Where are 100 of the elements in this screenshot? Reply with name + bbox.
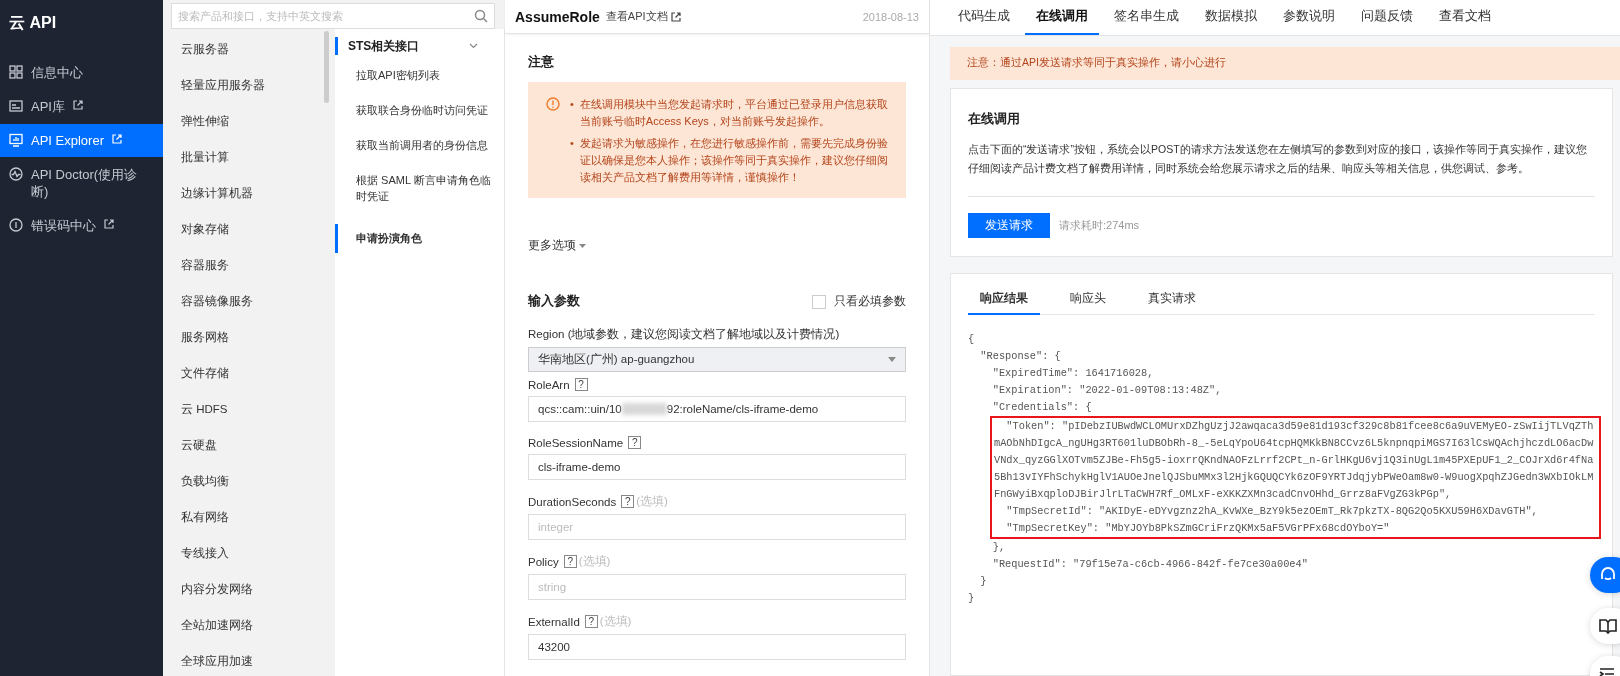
input-field[interactable]: qcs::cam::uin/10 92:roleName/cls-iframe-demo [528, 396, 906, 422]
help-icon[interactable]: ? [628, 436, 642, 449]
api-title: AssumeRole [515, 8, 600, 25]
caret-icon [888, 357, 896, 362]
input-field[interactable]: 43200 [528, 634, 906, 660]
caret-icon [579, 243, 586, 248]
more-options-link[interactable]: 更多选项 [528, 238, 906, 253]
product-item[interactable]: 全站加速网络 [163, 607, 335, 643]
description-text: 点击下面的“发送请求”按钮，系统会以POST的请求方法发送您在左侧填写的参数到对应的接口，该操作等同于真实操作，建议您仔细阅读产品计费文档了解费用详情，同时系统会给您展示请求之后的结果、响应头等相关信息，供您调试、参考。 [968, 142, 1588, 176]
api-group-header[interactable]: STS相关接口 [335, 37, 504, 55]
card-title: 在线调用 [968, 111, 1021, 128]
code-line: }, [991, 540, 1007, 555]
tab[interactable]: 签名串生成 [1103, 0, 1190, 35]
pulse-icon [9, 167, 23, 181]
code-line: } [968, 591, 976, 606]
group-title: STS相关接口 [348, 37, 420, 55]
tab[interactable]: 在线调用 [1025, 0, 1099, 35]
required-only-checkbox[interactable]: 只看必填参数 [812, 294, 906, 309]
product-item[interactable]: 云硬盘 [163, 427, 335, 463]
nav-item[interactable]: API库 [0, 90, 163, 123]
warning-icon [546, 97, 560, 111]
notice-text: 在线调用模块中当您发起请求时，平台通过已登录用户信息获取当前账号临时Access Keys，对当前账号发起操作。 [579, 97, 888, 129]
product-item[interactable]: 私有网络 [163, 499, 335, 535]
send-request-button[interactable]: 发送请求 [968, 213, 1050, 238]
result-tab[interactable]: 真实请求 [1136, 290, 1208, 315]
tab[interactable]: 参数说明 [1272, 0, 1346, 35]
code-line: "TmpSecretId": "AKIDyE-eDYvgznz2hA_KvWXe_BzY9k5ezOEmT_Rk7pkzTX-8QG2Qo5KXU59H6XDavGTH", [1005, 504, 1539, 519]
app-logo: 云 API [8, 13, 58, 33]
help-icon[interactable]: ? [563, 555, 577, 568]
monitor-icon [9, 133, 23, 147]
optional-tag: (选填) [636, 494, 668, 509]
elapsed-time: 请求耗时:274ms [1059, 218, 1140, 233]
result-tab[interactable]: 响应结果 [968, 290, 1040, 315]
warning-banner: 注意：通过API发送请求等同于真实操作，请小心进行 [950, 47, 1620, 80]
code-line: "Expiration": "2022-01-09T08:13:48Z", [991, 383, 1223, 398]
tab[interactable]: 查看文档 [1428, 0, 1502, 35]
product-item[interactable]: 负载均衡 [163, 463, 335, 499]
code-line: "Token": "pIDebzIUBwdWCLOMUrxDZhgUzjJ2awqaca3d59e81d193cf329c8b81fcee8c6a9uVEMyEO-zSwIijTLVqZThmAObNhDIgcA_ngUHg3RT601luDBObRh-8_-5eLqYpoU64tcpHQMKkBN8CCvz6L5knpnqpiMGS7I63lCsWQAchjhczdLO6acDwVNdx_qyzGGlXOTvm5ZJBe-Fh5g5-ioxrrQKndNAOFzLrrf2CPt_n-GrlHKgU6vj1Q3inUgL1m45PXEpUF1_2_COJrXd6r4fNa5Bh13vIYFhSchykHglV1AUOeJnelQJSbuMMx3l2HjkGQUQCYk6zOF9YRTJdqjybPWeOam8w0-W9uogXpqhZJGedn3WXbIOkLMFnGWyiBxqploDJBirJlrLTaCWH7Rf_OMLxF-eXKKZXMn3cadCnvOHhd_Grrz8aFVgZG3kPGp", [994, 419, 1595, 502]
field-label: RoleSessionName [528, 436, 624, 449]
product-item[interactable]: 内容分发网络 [163, 571, 335, 607]
api-item[interactable]: 获取联合身份临时访问凭证 [335, 96, 504, 125]
nav-item[interactable]: 信息中心 [0, 56, 163, 89]
scrollbar-thumb[interactable] [324, 31, 329, 103]
product-item[interactable]: 批量计算 [163, 139, 335, 175]
input-field[interactable]: cls-iframe-demo [528, 454, 906, 480]
product-item[interactable]: 全球应用加速 [163, 643, 335, 676]
product-item[interactable]: 专线接入 [163, 535, 335, 571]
book-icon [1599, 618, 1617, 634]
input-field[interactable]: integer [528, 514, 906, 540]
product-item[interactable]: 容器镜像服务 [163, 283, 335, 319]
field-label: RoleArn [528, 378, 570, 391]
bullet: • [570, 136, 574, 151]
doc-link[interactable]: 查看API文档 [605, 9, 681, 24]
code-line: "RequestId": "79f15e7a-c6cb-4966-842f-fe7ce30a00e4" [991, 557, 1309, 572]
api-item[interactable]: 申请扮演角色 [335, 224, 504, 253]
nav-item[interactable]: API Explorer [0, 124, 163, 157]
chevron-icon [469, 43, 478, 49]
section-title: 输入参数 [528, 293, 580, 310]
help-icon[interactable]: ? [574, 378, 588, 391]
product-item[interactable]: 轻量应用服务器 [163, 67, 335, 103]
external-link-icon [670, 11, 681, 22]
search-icon[interactable] [474, 9, 488, 23]
product-item[interactable]: 云服务器 [163, 31, 335, 67]
nav-item[interactable]: 错误码中心 [0, 209, 163, 242]
product-item[interactable]: 容器服务 [163, 247, 335, 283]
grid-icon [9, 65, 23, 79]
field-label: DurationSeconds [528, 495, 617, 508]
notice-text: 发起请求为敏感操作，在您进行敏感操作前，需要先完成身份验证以确保是您本人操作；该操作等同于真实操作，建议您仔细阅读相关产品文档了解费用等详情，谨慎操作！ [579, 136, 888, 185]
help-icon[interactable]: ? [584, 615, 598, 628]
help-icon[interactable]: ? [621, 495, 635, 508]
input-field[interactable]: string [528, 574, 906, 600]
product-item[interactable]: 服务网格 [163, 319, 335, 355]
product-item[interactable]: 弹性伸缩 [163, 103, 335, 139]
notice-title: 注意 [528, 54, 555, 71]
api-item[interactable]: 获取当前调用者的身份信息 [335, 131, 504, 160]
tab[interactable]: 代码生成 [947, 0, 1021, 35]
product-item[interactable]: 边缘计算机器 [163, 175, 335, 211]
product-item[interactable]: 对象存储 [163, 211, 335, 247]
region-select[interactable]: 华南地区(广州) ap-guangzhou [528, 347, 906, 372]
api-item[interactable]: 拉取API密钥列表 [335, 61, 504, 90]
product-item[interactable]: 文件存储 [163, 355, 335, 391]
field-label: ExternalId [528, 615, 580, 628]
tab[interactable]: 数据模拟 [1194, 0, 1268, 35]
date-text: 2018-08-13 [862, 10, 919, 23]
result-tab[interactable]: 响应头 [1058, 290, 1118, 315]
product-item[interactable]: 云 HDFS [163, 391, 335, 427]
api-item[interactable]: 根据 SAML 断言申请角色临时凭证 [335, 166, 504, 211]
code-line: "Credentials": { [991, 400, 1093, 415]
code-line: "ExpiredTime": 1641716028, [991, 366, 1155, 381]
field-label: Policy [528, 555, 559, 568]
nav-item[interactable]: API Doctor(使用诊断) [0, 158, 163, 208]
panel-icon [9, 99, 23, 113]
code-line: "TmpSecretKey": "MbYJOYb8PkSZmGCriFrzQKMx5aF5VGrPFx68cdOYboY=" [1005, 521, 1391, 536]
search-field[interactable]: 搜索产品和接口，支持中英文搜索 [171, 3, 495, 29]
code-line: } [979, 574, 988, 589]
code-line: { [968, 332, 976, 347]
bullet: • [570, 97, 574, 112]
optional-tag: (选填) [599, 614, 632, 629]
info-icon [9, 218, 23, 232]
tab[interactable]: 问题反馈 [1350, 0, 1424, 35]
